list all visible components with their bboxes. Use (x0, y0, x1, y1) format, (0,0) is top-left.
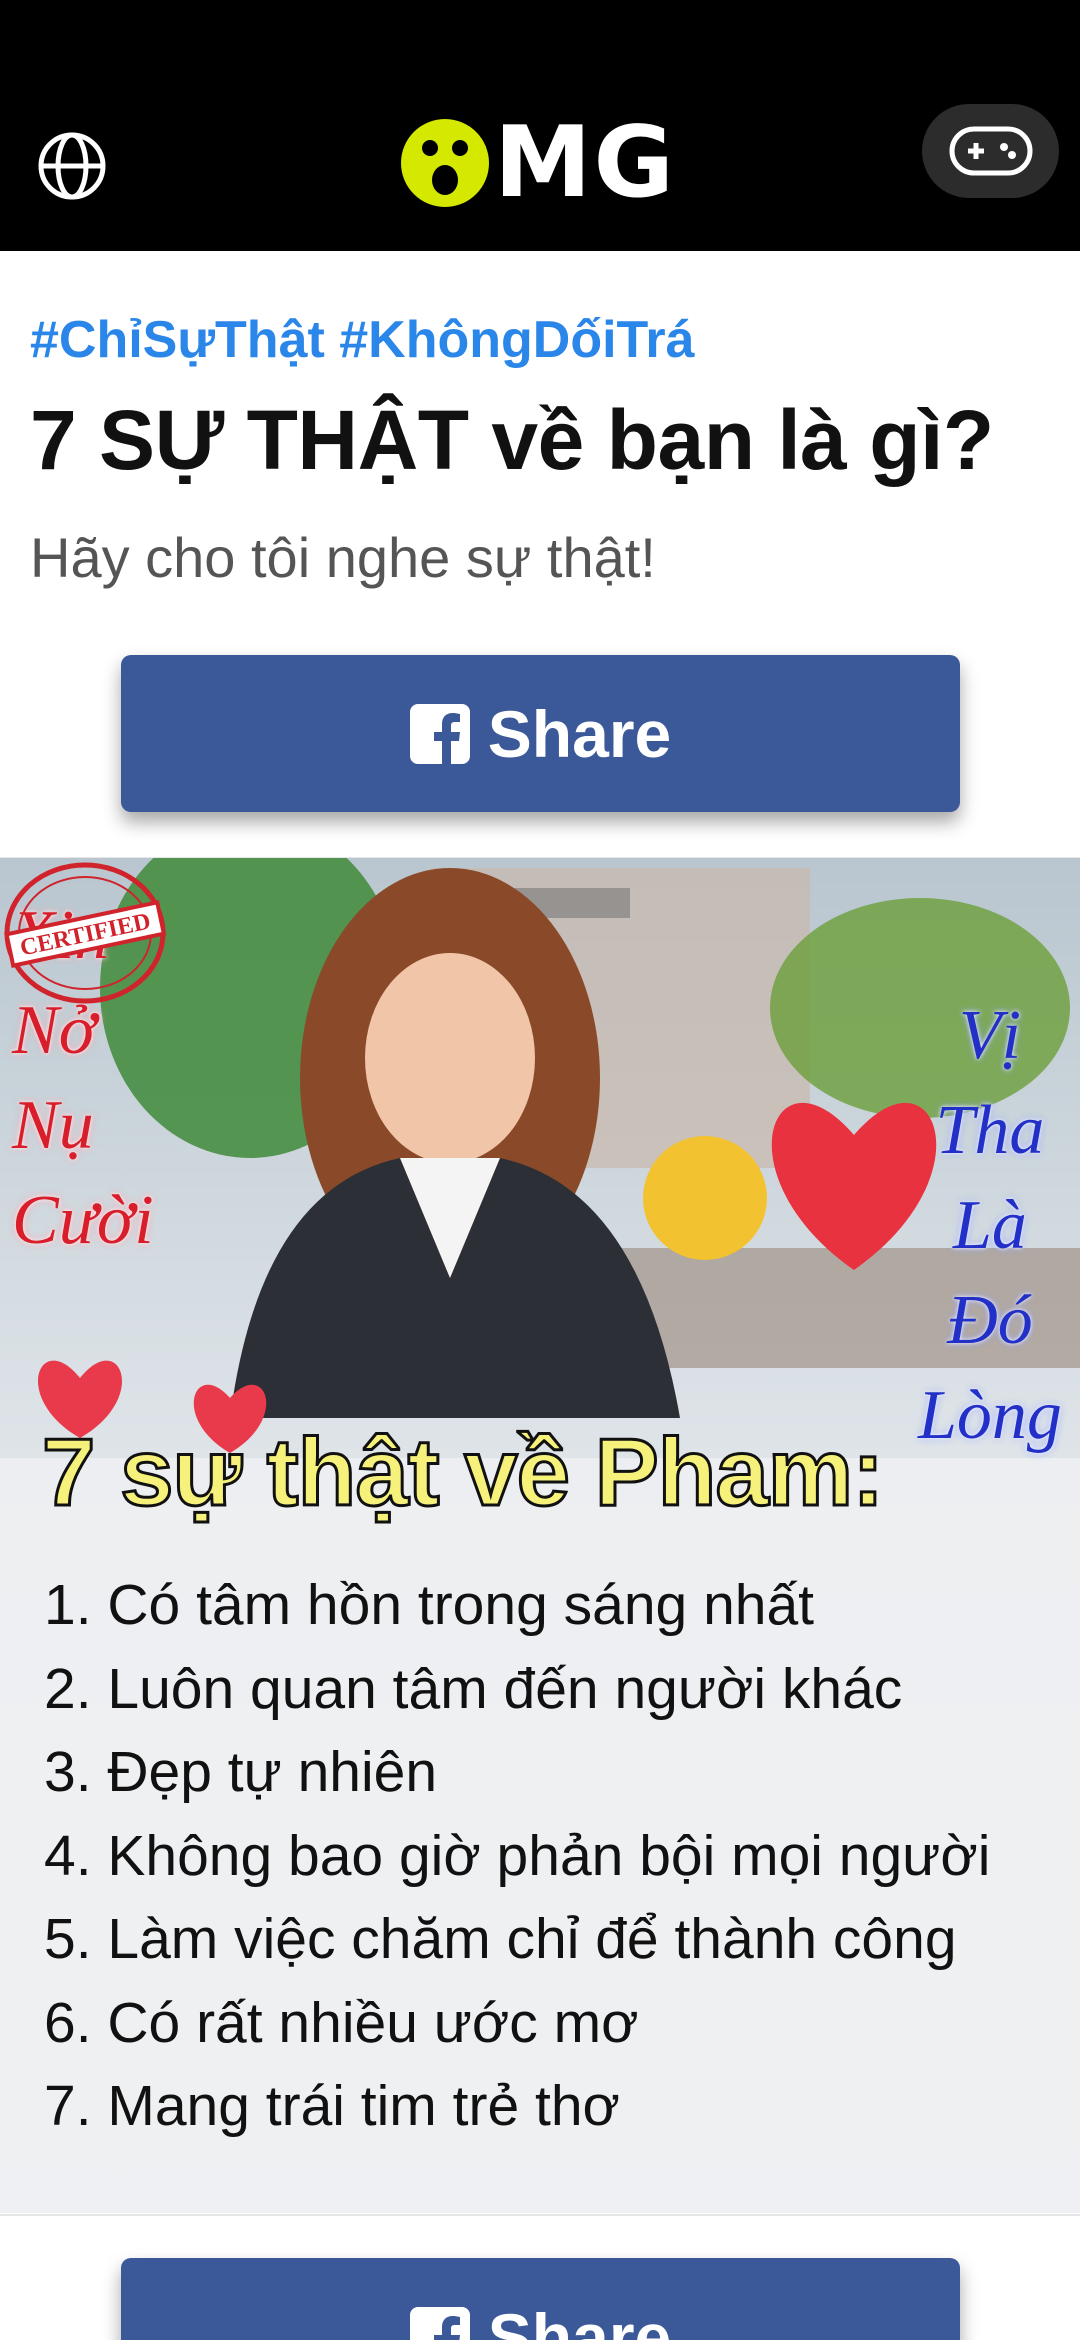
script-word: Là (953, 1187, 1027, 1264)
share-label: Share (487, 2299, 672, 2340)
page-title: 7 SỰ THẬT về bạn là gì? (30, 393, 994, 487)
share-button-bottom[interactable]: Share (121, 2258, 960, 2340)
script-word: Đó (947, 1282, 1033, 1359)
script-word: Vị (958, 997, 1022, 1074)
omg-logo[interactable]: MG (400, 105, 676, 220)
divider (0, 2214, 1080, 2216)
list-item: 3. Đẹp tự nhiên (44, 1740, 438, 1804)
result-image: Xin Nở Nụ Cười Vị Tha Là Đó Lòng 7 sự th… (0, 858, 1080, 2213)
list-item: 1. Có tâm hồn trong sáng nhất (44, 1573, 815, 1637)
script-word: Cười (12, 1182, 154, 1259)
top-bar: MG (0, 0, 1080, 251)
facts-list: 1. Có tâm hồn trong sáng nhất 2. Luôn qu… (44, 1564, 990, 2149)
share-label: Share (487, 696, 672, 771)
right-script-text: Vị Tha Là Đó Lòng (918, 988, 1062, 1463)
globe-icon[interactable] (36, 130, 108, 202)
surprised-face-icon (401, 118, 489, 207)
certified-stamp: CERTIFIED (4, 862, 167, 1004)
script-word: Lòng (918, 1377, 1062, 1454)
hashtags: #ChỉSựThật #KhôngDốiTrá (30, 311, 695, 369)
share-button[interactable]: Share (121, 655, 960, 812)
script-word: Nụ (12, 1087, 94, 1164)
result-heading: 7 sự thật về Pham: (40, 1418, 885, 1528)
page-subtitle: Hãy cho tôi nghe sự thật! (30, 526, 656, 589)
logo-text: MG (494, 105, 676, 220)
script-word: Tha (935, 1092, 1045, 1169)
facebook-icon (409, 2306, 470, 2340)
list-item: 7. Mang trái tim trẻ thơ (44, 2074, 620, 2138)
list-item: 2. Luôn quan tâm đến người khác (44, 1656, 903, 1721)
facebook-icon (409, 703, 470, 764)
games-button[interactable] (922, 104, 1059, 198)
list-item: 4. Không bao giờ phản bội mọi người (44, 1823, 991, 1888)
list-item: 5. Làm việc chăm chỉ để thành công (44, 1907, 957, 1971)
gamepad-icon (949, 126, 1032, 176)
list-item: 6. Có rất nhiều ước mơ (44, 1990, 639, 2055)
